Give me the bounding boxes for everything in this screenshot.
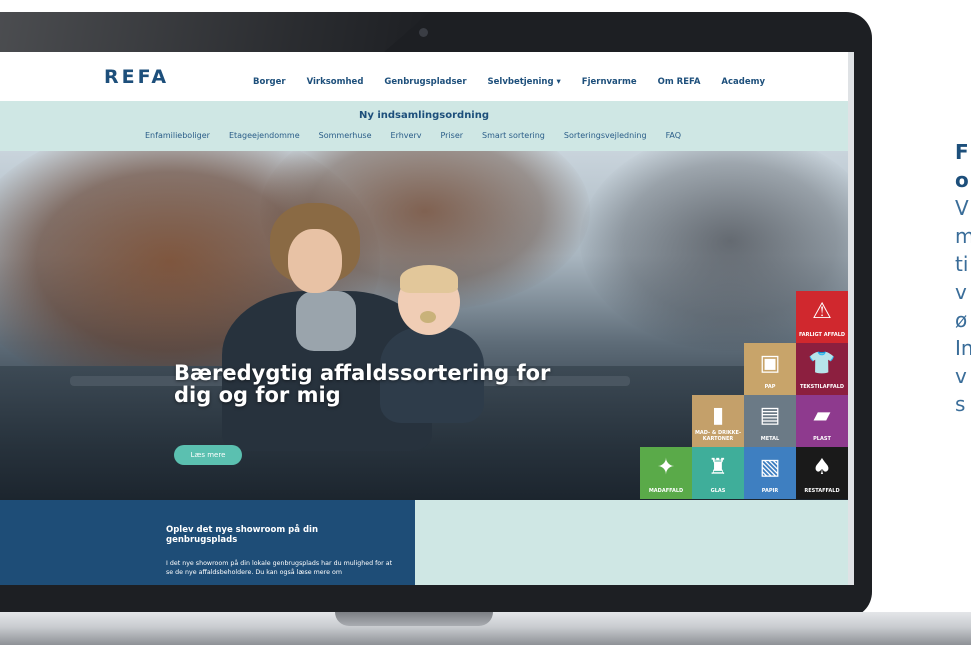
can-icon: ▤ [759, 403, 781, 428]
subnav-item-enfamilieboliger[interactable]: Enfamilieboliger [145, 131, 210, 140]
tile-plast[interactable]: ▰ PLAST [796, 395, 848, 447]
nav-item-fjernvarme[interactable]: Fjernvarme [582, 77, 637, 87]
side-heading-line: F [955, 140, 969, 164]
side-body-line: m [955, 224, 971, 248]
side-body-line: s [955, 392, 966, 416]
nav-item-selvbetjening[interactable]: Selvbetjening ▾ [488, 77, 561, 87]
tile-label: PAP [764, 384, 776, 390]
tile-tekstilaffald[interactable]: 👕 TEKSTILAFFALD [796, 343, 848, 395]
glass-bottle-icon: ♜ [708, 455, 728, 480]
nav-item-genbrugspladser[interactable]: Genbrugspladser [384, 77, 466, 87]
read-more-button[interactable]: Læs mere [174, 445, 242, 465]
nav-item-om-refa[interactable]: Om REFA [658, 77, 701, 87]
subnav-item-smart-sortering[interactable]: Smart sortering [482, 131, 545, 140]
subnav-item-etageejendomme[interactable]: Etageejendomme [229, 131, 300, 140]
side-body-line: v [955, 364, 967, 388]
tile-glas[interactable]: ♜ GLAS [692, 447, 744, 499]
paper-icon: ▧ [759, 455, 781, 480]
refa-logo[interactable]: REFA [104, 66, 169, 88]
subnav-item-sorteringsvejledning[interactable]: Sorteringsvejledning [564, 131, 647, 140]
carton-icon: ▮ [711, 403, 725, 428]
aqua-panel [415, 500, 848, 585]
laptop-screen: REFA Borger Virksomhed Genbrugspladser S… [0, 52, 848, 585]
woman-face [288, 229, 342, 293]
baby-hair [400, 265, 458, 293]
tile-label: RESTAFFALD [804, 488, 840, 494]
side-body-line: ti [955, 252, 969, 276]
showroom-promo: Oplev det nye showroom på din genbrugspl… [0, 500, 415, 585]
nav-item-academy[interactable]: Academy [721, 77, 765, 87]
side-body-line: V [955, 196, 969, 220]
tile-label: GLAS [710, 488, 726, 494]
main-menu: Borger Virksomhed Genbrugspladser Selvbe… [253, 77, 786, 87]
promo-title: Oplev det nye showroom på din genbrugspl… [166, 525, 318, 545]
hazard-icon: ⚠ [812, 299, 832, 324]
nav-item-borger[interactable]: Borger [253, 77, 286, 87]
laptop-notch [335, 612, 493, 626]
subnav-title[interactable]: Ny indsamlingsordning [0, 110, 848, 121]
tile-label: TEKSTILAFFALD [799, 384, 845, 390]
tile-label: METAL [760, 436, 780, 442]
tile-restaffald[interactable]: ♠ RESTAFFALD [796, 447, 848, 499]
side-body-line: ø [955, 308, 968, 332]
subnav-item-sommerhuse[interactable]: Sommerhuse [319, 131, 372, 140]
box-icon: ▣ [759, 351, 781, 376]
hero-banner: Bæredygtig affaldssortering for dig og f… [0, 151, 848, 500]
shirt-icon: 👕 [808, 351, 836, 376]
apple-core-icon: ✦ [656, 455, 676, 480]
tile-mad-drikke-kartoner[interactable]: ▮ MAD- & DRIKKE-KARTONER [692, 395, 744, 447]
plastic-bottle-icon: ▰ [813, 403, 831, 428]
tile-papir[interactable]: ▧ PAPIR [744, 447, 796, 499]
subnav-item-faq[interactable]: FAQ [666, 131, 682, 140]
webcam-icon [419, 28, 428, 37]
scrollbar[interactable] [848, 52, 854, 585]
sub-menu: Enfamilieboliger Etageejendomme Sommerhu… [145, 131, 700, 140]
subnav-item-priser[interactable]: Priser [440, 131, 463, 140]
side-heading-line: o [955, 168, 969, 192]
hero-title: Bæredygtig affaldssortering for dig og f… [174, 361, 551, 407]
tile-madaffald[interactable]: ✦ MADAFFALD [640, 447, 692, 499]
tile-metal[interactable]: ▤ METAL [744, 395, 796, 447]
side-text: F o V m ti v ø In v s [955, 138, 971, 418]
promo-text: I det nye showroom på din lokale genbrug… [166, 560, 393, 576]
sub-navigation: Ny indsamlingsordning Enfamilieboliger E… [0, 101, 848, 151]
tile-label: PAPIR [761, 488, 779, 494]
subnav-item-erhverv[interactable]: Erhverv [391, 131, 422, 140]
tile-pap[interactable]: ▣ PAP [744, 343, 796, 395]
nav-item-virksomhed[interactable]: Virksomhed [307, 77, 364, 87]
tile-label: MADAFFALD [648, 488, 684, 494]
side-body-line: In [955, 336, 971, 360]
tile-label: MAD- & DRIKKE-KARTONER [694, 430, 742, 442]
top-navigation: REFA Borger Virksomhed Genbrugspladser S… [0, 52, 848, 101]
trash-bag-icon: ♠ [812, 455, 832, 480]
pacifier [420, 311, 436, 323]
tile-label: PLAST [813, 436, 831, 442]
woman-scarf [296, 291, 356, 351]
tile-label: FARLIGT AFFALD [798, 332, 846, 338]
side-body-line: v [955, 280, 967, 304]
tile-farligt-affald[interactable]: ⚠ FARLIGT AFFALD [796, 291, 848, 343]
